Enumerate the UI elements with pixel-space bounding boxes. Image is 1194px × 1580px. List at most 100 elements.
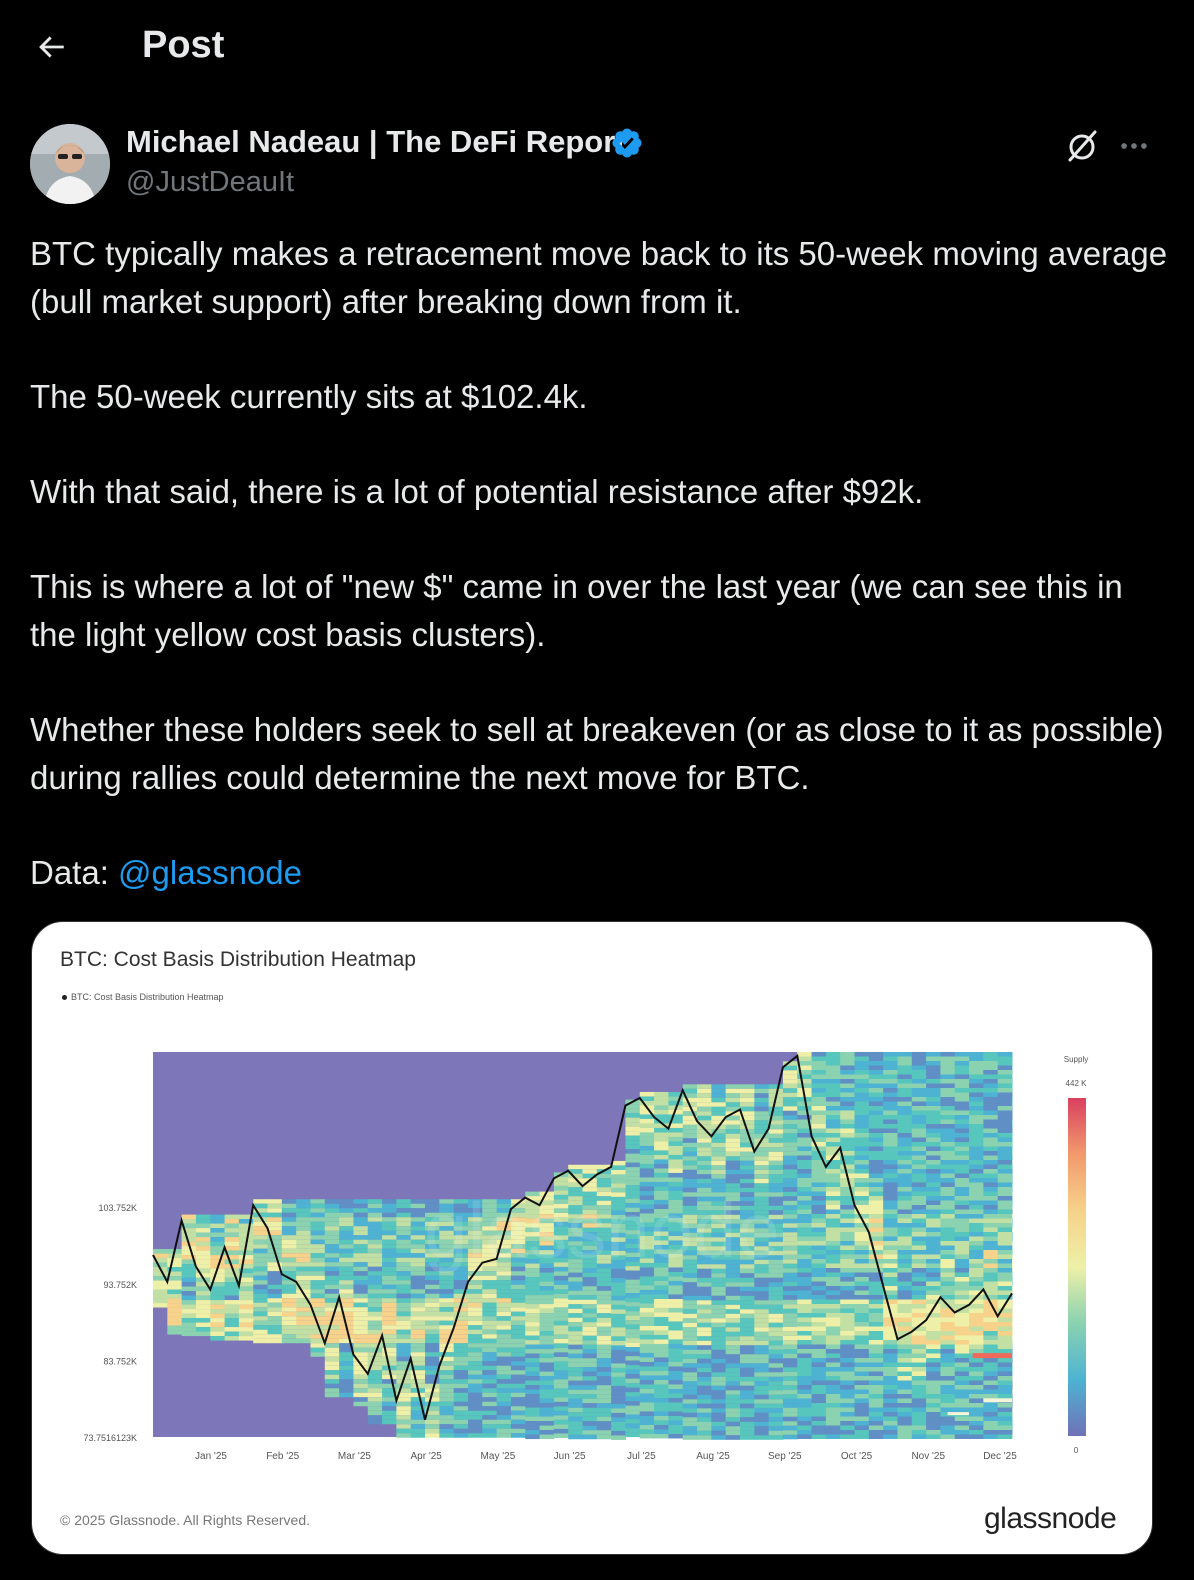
heatmap-cell — [897, 1133, 913, 1138]
heatmap-cell — [310, 1343, 326, 1348]
heatmap-cell — [897, 1403, 913, 1408]
heatmap-cell — [782, 1353, 798, 1359]
heatmap-cell — [911, 1344, 927, 1349]
heatmap-cell — [739, 1318, 755, 1323]
author-name[interactable]: Michael Nadeau | The DeFi Report — [126, 124, 626, 160]
heatmap-cell — [969, 1286, 984, 1291]
heatmap-cell — [639, 1334, 655, 1340]
heatmap-cell — [754, 1178, 770, 1184]
heatmap-cell — [754, 1385, 770, 1391]
heatmap-cell — [926, 1097, 941, 1102]
heatmap-cell — [739, 1097, 755, 1103]
heatmap-cell — [353, 1392, 369, 1398]
heatmap-cell — [568, 1304, 583, 1309]
heatmap-cell — [1012, 1425, 1013, 1430]
heatmap-cell — [797, 1178, 813, 1183]
glassnode-mention-link[interactable]: @glassnode — [118, 854, 302, 891]
heatmap-cell — [367, 1266, 383, 1272]
heatmap-cell — [482, 1410, 498, 1416]
heatmap-cell — [1012, 1389, 1013, 1394]
heatmap-cell — [324, 1217, 340, 1222]
back-button[interactable] — [26, 22, 76, 72]
heatmap-cell — [782, 1407, 798, 1413]
heatmap-cell — [367, 1388, 383, 1393]
heatmap-cell — [854, 1304, 870, 1309]
heatmap-cell — [682, 1354, 698, 1359]
heatmap-cell — [926, 1083, 941, 1088]
heatmap-cell — [911, 1367, 927, 1372]
heatmap-cell — [797, 1394, 813, 1399]
heatmap-cell — [969, 1092, 984, 1097]
heatmap-cell — [926, 1214, 941, 1219]
heatmap-cell — [639, 1307, 655, 1313]
heatmap-cell — [725, 1120, 741, 1125]
heatmap-cell — [1012, 1385, 1013, 1390]
heatmap-cell — [754, 1367, 770, 1373]
heatmap-cell — [639, 1348, 655, 1353]
heatmap-cell — [568, 1349, 583, 1354]
heatmap-cell — [697, 1174, 712, 1179]
heatmap-cell — [382, 1415, 397, 1420]
heatmap-cell — [854, 1317, 870, 1322]
heatmap-cell — [725, 1322, 741, 1328]
heatmap-cell — [611, 1322, 626, 1328]
heatmap-cell — [997, 1106, 1013, 1111]
heatmap-cell — [883, 1421, 898, 1426]
heatmap-cell — [782, 1137, 798, 1143]
heatmap-cell — [339, 1361, 354, 1366]
heatmap-cell — [969, 1434, 984, 1439]
heatmap-cell — [868, 1286, 884, 1291]
heatmap-cell — [868, 1344, 884, 1349]
heatmap-cell — [926, 1254, 941, 1259]
heatmap-cell — [739, 1358, 755, 1364]
heatmap-cell — [725, 1381, 741, 1386]
heatmap-cell — [969, 1430, 984, 1435]
grok-button[interactable] — [1060, 124, 1104, 168]
heatmap-cell — [954, 1430, 970, 1435]
heatmap-cell — [911, 1358, 927, 1363]
heatmap-cell — [296, 1275, 311, 1281]
heatmap-cell — [825, 1142, 841, 1147]
heatmap-cell — [682, 1381, 698, 1386]
heatmap-cell — [582, 1340, 598, 1345]
heatmap-cell — [654, 1406, 669, 1412]
heatmap-cell — [997, 1070, 1013, 1075]
heatmap-cell — [811, 1263, 827, 1268]
heatmap-cell — [339, 1226, 354, 1231]
heatmap-cell — [1012, 1254, 1013, 1259]
heatmap-cell — [525, 1421, 541, 1426]
tweet-paragraph: BTC typically makes a retracement move b… — [30, 235, 1168, 320]
heatmap-chart: glassnode103.752K93.752K83.752K73.751612… — [83, 1052, 1088, 1462]
chart-image[interactable]: BTC: Cost Basis Distribution Heatmap BTC… — [31, 921, 1153, 1555]
heatmap-cell — [181, 1309, 197, 1314]
heatmap-cell — [983, 1322, 999, 1327]
heatmap-cell — [582, 1290, 598, 1296]
heatmap-cell — [382, 1253, 397, 1258]
author-handle[interactable]: @JustDeauIt — [126, 166, 294, 199]
heatmap-cell — [281, 1262, 297, 1267]
avatar[interactable] — [30, 124, 110, 204]
heatmap-cell — [425, 1361, 440, 1366]
heatmap-cell — [969, 1407, 984, 1412]
heatmap-cell — [410, 1307, 426, 1312]
heatmap-cell — [911, 1196, 927, 1201]
heatmap-cell — [310, 1208, 326, 1213]
heatmap-cell — [739, 1120, 755, 1125]
heatmap-cell — [439, 1302, 455, 1308]
page-title: Post — [142, 24, 225, 66]
heatmap-cell — [954, 1137, 970, 1142]
heatmap-cell — [969, 1218, 984, 1223]
heatmap-cell — [954, 1227, 970, 1232]
heatmap-cell — [854, 1070, 870, 1075]
heatmap-cell — [825, 1173, 841, 1178]
heatmap-cell — [797, 1259, 813, 1264]
heatmap-cell — [267, 1298, 283, 1303]
heatmap-cell — [868, 1146, 884, 1151]
heatmap-cell — [310, 1329, 326, 1335]
heatmap-cell — [811, 1061, 827, 1066]
heatmap-cell — [997, 1187, 1013, 1192]
more-options-button[interactable] — [1112, 124, 1156, 168]
heatmap-cell — [496, 1415, 512, 1420]
heatmap-cell — [997, 1326, 1013, 1331]
heatmap-cell — [940, 1245, 956, 1250]
